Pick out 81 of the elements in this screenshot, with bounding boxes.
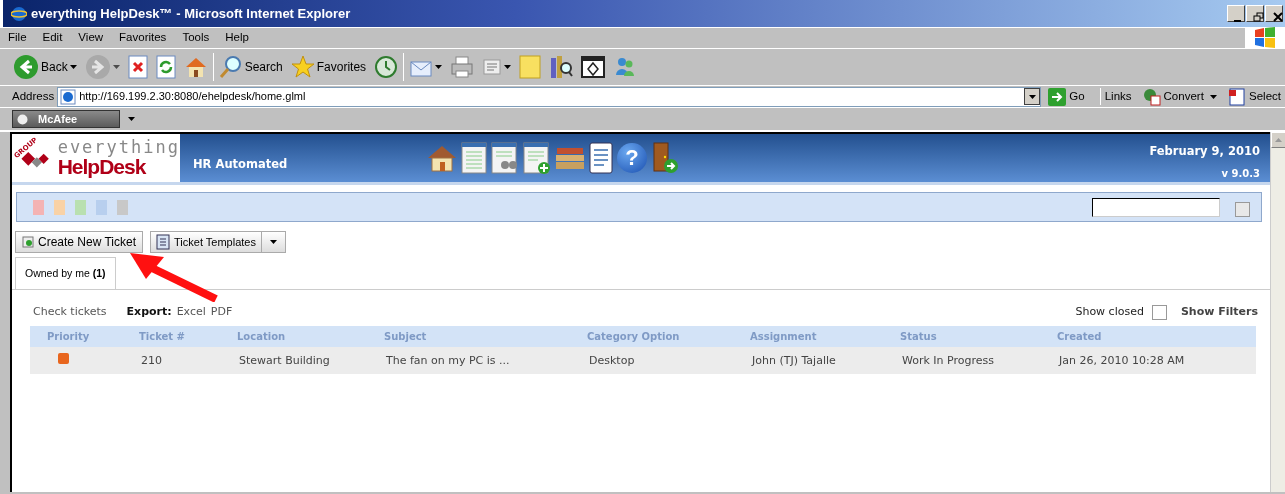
list-search-icon[interactable] xyxy=(491,142,519,174)
history-icon xyxy=(374,55,399,79)
check-tickets-link[interactable]: Check tickets xyxy=(33,303,107,321)
table-cell: 210 xyxy=(130,347,228,375)
create-ticket-button[interactable]: Create New Ticket xyxy=(15,231,144,253)
template-icon xyxy=(156,234,171,250)
ie-icon xyxy=(11,5,27,22)
color-filter[interactable] xyxy=(96,199,107,215)
tab[interactable]: Owned by me (1) xyxy=(15,257,116,289)
house-icon[interactable] xyxy=(427,143,457,173)
address-field[interactable]: http://169.199.2.30:8080/ehelpdesk/home.glml xyxy=(57,86,1042,107)
app-name: HR Automated xyxy=(193,156,289,173)
books-icon xyxy=(549,54,574,80)
menu-item[interactable]: File xyxy=(0,29,35,47)
menu-item[interactable]: Help xyxy=(217,29,257,47)
caret-icon xyxy=(69,65,77,69)
color-filter[interactable] xyxy=(54,199,65,215)
current-date: February 9, 2010 xyxy=(1149,143,1260,160)
priority-icon xyxy=(58,352,69,364)
table-cell: Desktop xyxy=(578,347,741,375)
caret-icon xyxy=(1210,94,1218,99)
star-icon xyxy=(290,55,315,79)
new-ticket-icon xyxy=(22,236,34,248)
back-button[interactable]: Back xyxy=(10,51,80,83)
close-button[interactable] xyxy=(1265,5,1283,22)
notepad-icon[interactable] xyxy=(589,142,613,174)
go-button[interactable]: Go xyxy=(1044,87,1089,106)
exit-door-icon[interactable] xyxy=(651,142,679,174)
restore-button[interactable] xyxy=(1246,5,1264,22)
links-button[interactable]: Links xyxy=(1099,87,1136,106)
close-icon xyxy=(1272,11,1284,22)
mcafee-button[interactable]: McAfee xyxy=(12,110,120,128)
table-cell: Jan 26, 2010 10:28 AM xyxy=(1048,347,1256,375)
restore-icon xyxy=(1253,11,1265,22)
menu-item[interactable]: Edit xyxy=(34,29,71,47)
menu-item[interactable]: Tools xyxy=(174,29,218,47)
list-icon[interactable] xyxy=(461,142,487,174)
window-icon xyxy=(581,56,606,78)
table-cell: The fan on my PC is ... xyxy=(375,347,578,375)
window-title: everything HelpDesk™ - Microsoft Internet Explorer xyxy=(31,4,352,23)
select-button[interactable]: Select xyxy=(1224,87,1285,106)
stop-icon xyxy=(127,55,148,79)
caret-icon xyxy=(128,117,135,121)
convert-button[interactable]: Convert xyxy=(1138,87,1222,106)
logo-text: HelpDesk xyxy=(57,156,146,177)
address-label: Address xyxy=(12,88,55,104)
table-cell: Stewart Building xyxy=(228,347,375,375)
export-label: Export: xyxy=(126,303,172,320)
printer-icon xyxy=(450,55,475,79)
menu-item[interactable]: View xyxy=(70,29,112,47)
table-cell: Work In Progress xyxy=(891,347,1048,375)
search-button[interactable]: Search xyxy=(215,51,286,83)
export-link[interactable]: PDF xyxy=(210,303,233,321)
windows-flag-icon xyxy=(1253,26,1277,50)
show-closed-label: Show closed xyxy=(1075,303,1144,320)
list-add-icon[interactable] xyxy=(523,142,551,174)
export-link[interactable]: Excel xyxy=(176,303,206,321)
minimize-icon xyxy=(1234,19,1241,22)
color-filter[interactable] xyxy=(75,199,86,215)
favorites-button[interactable]: Favorites xyxy=(287,51,370,83)
caret-icon xyxy=(269,240,277,244)
logo-tagline: everything xyxy=(57,139,180,156)
minimize-button[interactable] xyxy=(1227,5,1245,22)
caret-icon xyxy=(435,65,443,69)
caret-icon xyxy=(504,65,512,69)
scroll-up-button[interactable] xyxy=(1271,132,1285,148)
version-label: v 9.0.3 xyxy=(1220,167,1260,182)
note-icon xyxy=(519,55,542,79)
refresh-icon xyxy=(155,55,176,79)
color-filter[interactable] xyxy=(117,199,128,215)
color-filter[interactable] xyxy=(33,199,44,215)
caret-icon xyxy=(112,65,120,69)
menu-item[interactable]: Favorites xyxy=(111,29,175,47)
show-filters-link[interactable]: Show Filters xyxy=(1180,303,1258,321)
document-icon xyxy=(482,57,503,77)
caret-icon xyxy=(1028,94,1036,99)
show-closed-checkbox[interactable] xyxy=(1151,304,1167,320)
ie-page-icon xyxy=(60,88,77,105)
scroll-up-icon xyxy=(1275,138,1282,142)
search-field[interactable] xyxy=(1092,197,1220,217)
table-cell: John (TJ) Tajalle xyxy=(741,347,891,375)
